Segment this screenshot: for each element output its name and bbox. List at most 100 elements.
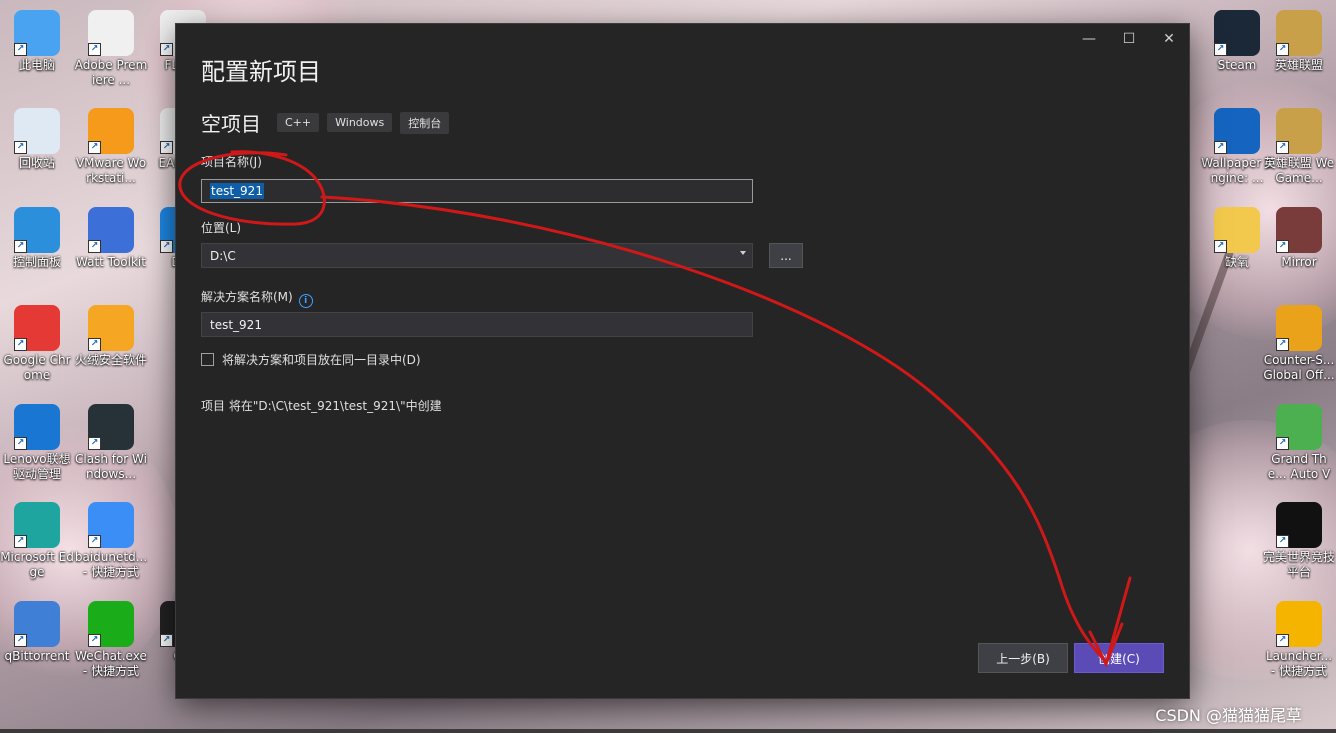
- desktop-icon-label: Adobe Premiere ...: [74, 58, 148, 87]
- shortcut-arrow-icon: ↗: [88, 338, 101, 351]
- solution-name-input[interactable]: test_921: [201, 312, 753, 337]
- desktop-icon[interactable]: ↗ 回收站: [0, 108, 74, 171]
- minimize-button[interactable]: —: [1069, 24, 1109, 54]
- desktop-icon-label: 英雄联盟 WeGame...: [1263, 156, 1335, 185]
- desktop-icon[interactable]: ↗ Lenovo联想驱动管理: [0, 404, 74, 482]
- desktop-icon[interactable]: ↗ 此电脑: [0, 10, 74, 73]
- desktop-icon[interactable]: ↗ 英雄联盟: [1262, 10, 1336, 73]
- gta-icon: ↗: [1276, 404, 1322, 450]
- desktop-icon-label: 控制面板: [12, 255, 61, 269]
- shortcut-arrow-icon: ↗: [1276, 43, 1289, 56]
- template-name: 空项目: [201, 112, 261, 136]
- lol-icon: ↗: [1276, 10, 1322, 56]
- window-controls: — ☐ ✕: [1069, 24, 1189, 54]
- desktop-icon-label: WeChat.exe - 快捷方式: [75, 649, 147, 678]
- desktop-icon[interactable]: ↗ Watt Toolkit: [74, 207, 148, 270]
- project-name-input[interactable]: test_921: [201, 179, 753, 203]
- desktop-icon[interactable]: ↗ 完美世界竞技平台: [1262, 502, 1336, 580]
- solution-name-value: test_921: [210, 317, 262, 332]
- desktop-icon-label: Mirror: [1281, 255, 1317, 269]
- configure-new-project-dialog: — ☐ ✕ 配置新项目 空项目 C++ Windows 控制台 项目名称(J) …: [176, 24, 1189, 698]
- desktop-icon-label: 回收站: [18, 156, 55, 170]
- file-icon: ↗: [88, 10, 134, 56]
- vmware-icon: ↗: [88, 108, 134, 154]
- lol-icon: ↗: [1276, 108, 1322, 154]
- computer-icon: ↗: [14, 10, 60, 56]
- shortcut-arrow-icon: ↗: [160, 240, 173, 253]
- desktop-icon-label: 此电脑: [18, 58, 55, 72]
- desktop-icon[interactable]: ↗ Google Chrome: [0, 305, 74, 383]
- selected-text: test_921: [210, 183, 264, 199]
- desktop-icon-label: Microsoft Edge: [0, 550, 74, 579]
- shortcut-arrow-icon: ↗: [88, 240, 101, 253]
- shortcut-arrow-icon: ↗: [1214, 240, 1227, 253]
- desktop-icon[interactable]: ↗ Clash for Windows...: [74, 404, 148, 482]
- desktop-icon[interactable]: ↗ Launcher... - 快捷方式: [1262, 601, 1336, 679]
- desktop-icon-label: 英雄联盟: [1274, 58, 1323, 72]
- desktop-icon[interactable]: ↗ Grand The... Auto V: [1262, 404, 1336, 482]
- browse-button[interactable]: ...: [769, 243, 803, 268]
- clash-icon: ↗: [88, 404, 134, 450]
- same-directory-checkbox[interactable]: [201, 353, 214, 366]
- desktop-icon[interactable]: ↗ 控制面板: [0, 207, 74, 270]
- back-button[interactable]: 上一步(B): [978, 643, 1068, 673]
- desktop-icon[interactable]: ↗ Microsoft Edge: [0, 502, 74, 580]
- steam-icon: ↗: [1214, 10, 1260, 56]
- create-button[interactable]: 创建(C): [1074, 643, 1164, 673]
- location-dropdown[interactable]: D:\C: [201, 243, 753, 268]
- chevron-down-icon: [740, 251, 746, 255]
- tag-platform: Windows: [327, 113, 393, 132]
- desktop-icon-label: Clash for Windows...: [75, 452, 147, 481]
- oxygen-not-included-icon: ↗: [1214, 207, 1260, 253]
- shortcut-arrow-icon: ↗: [88, 634, 101, 647]
- desktop-icon-label: Launcher... - 快捷方式: [1265, 649, 1333, 678]
- shortcut-arrow-icon: ↗: [1276, 141, 1289, 154]
- desktop-icon[interactable]: ↗ WeChat.exe - 快捷方式: [74, 601, 148, 679]
- location-label: 位置(L): [201, 221, 242, 235]
- shortcut-arrow-icon: ↗: [160, 634, 173, 647]
- wallpaper-engine-icon: ↗: [1214, 108, 1260, 154]
- location-value: D:\C: [210, 248, 236, 263]
- rockstar-icon: ↗: [1276, 601, 1322, 647]
- shortcut-arrow-icon: ↗: [14, 535, 27, 548]
- shortcut-arrow-icon: ↗: [1276, 535, 1289, 548]
- baidu-netdisk-icon: ↗: [88, 502, 134, 548]
- desktop-icon[interactable]: ↗ VMware Workstati...: [74, 108, 148, 186]
- shortcut-arrow-icon: ↗: [1276, 634, 1289, 647]
- desktop-icon-label: Watt Toolkit: [76, 255, 146, 269]
- desktop-icon[interactable]: ↗ baidunetd... - 快捷方式: [74, 502, 148, 580]
- same-directory-option: 将解决方案和项目放在同一目录中(D): [201, 351, 421, 368]
- desktop-icon[interactable]: ↗ Counter-S... Global Off...: [1262, 305, 1336, 383]
- shortcut-arrow-icon: ↗: [14, 338, 27, 351]
- desktop-icon-label: Google Chrome: [3, 353, 71, 382]
- desktop-icon[interactable]: ↗ Mirror: [1262, 207, 1336, 270]
- project-name-label: 项目名称(J): [201, 155, 262, 169]
- desktop-icon-label: VMware Workstati...: [75, 156, 147, 185]
- desktop-icon[interactable]: ↗ 英雄联盟 WeGame...: [1262, 108, 1336, 186]
- shortcut-arrow-icon: ↗: [160, 43, 173, 56]
- desktop-icon[interactable]: ↗ 火绒安全软件: [74, 305, 148, 368]
- same-directory-checkbox-label[interactable]: 将解决方案和项目放在同一目录中(D): [222, 351, 421, 368]
- perfect-world-icon: ↗: [1276, 502, 1322, 548]
- mirror-icon: ↗: [1276, 207, 1322, 253]
- maximize-button[interactable]: ☐: [1109, 24, 1149, 54]
- close-button[interactable]: ✕: [1149, 24, 1189, 54]
- taskbar-edge: [0, 729, 1336, 733]
- shortcut-arrow-icon: ↗: [14, 240, 27, 253]
- shortcut-arrow-icon: ↗: [88, 141, 101, 154]
- desktop-icon-label: 完美世界竞技平台: [1262, 550, 1335, 579]
- shortcut-arrow-icon: ↗: [14, 437, 27, 450]
- shortcut-arrow-icon: ↗: [1276, 240, 1289, 253]
- template-row: 空项目 C++ Windows 控制台: [201, 108, 457, 137]
- recycle-bin-icon: ↗: [14, 108, 60, 154]
- chrome-icon: ↗: [14, 305, 60, 351]
- shortcut-arrow-icon: ↗: [1276, 338, 1289, 351]
- shortcut-arrow-icon: ↗: [88, 437, 101, 450]
- desktop-icon[interactable]: ↗ qBittorrent: [0, 601, 74, 664]
- shortcut-arrow-icon: ↗: [88, 535, 101, 548]
- control-panel-icon: ↗: [14, 207, 60, 253]
- desktop-icon-label: baidunetd... - 快捷方式: [74, 550, 148, 579]
- desktop-icon[interactable]: ↗ Adobe Premiere ...: [74, 10, 148, 88]
- info-icon[interactable]: i: [298, 294, 313, 308]
- creation-path-note: 项目 将在"D:\C\test_921\test_921\"中创建: [201, 399, 442, 413]
